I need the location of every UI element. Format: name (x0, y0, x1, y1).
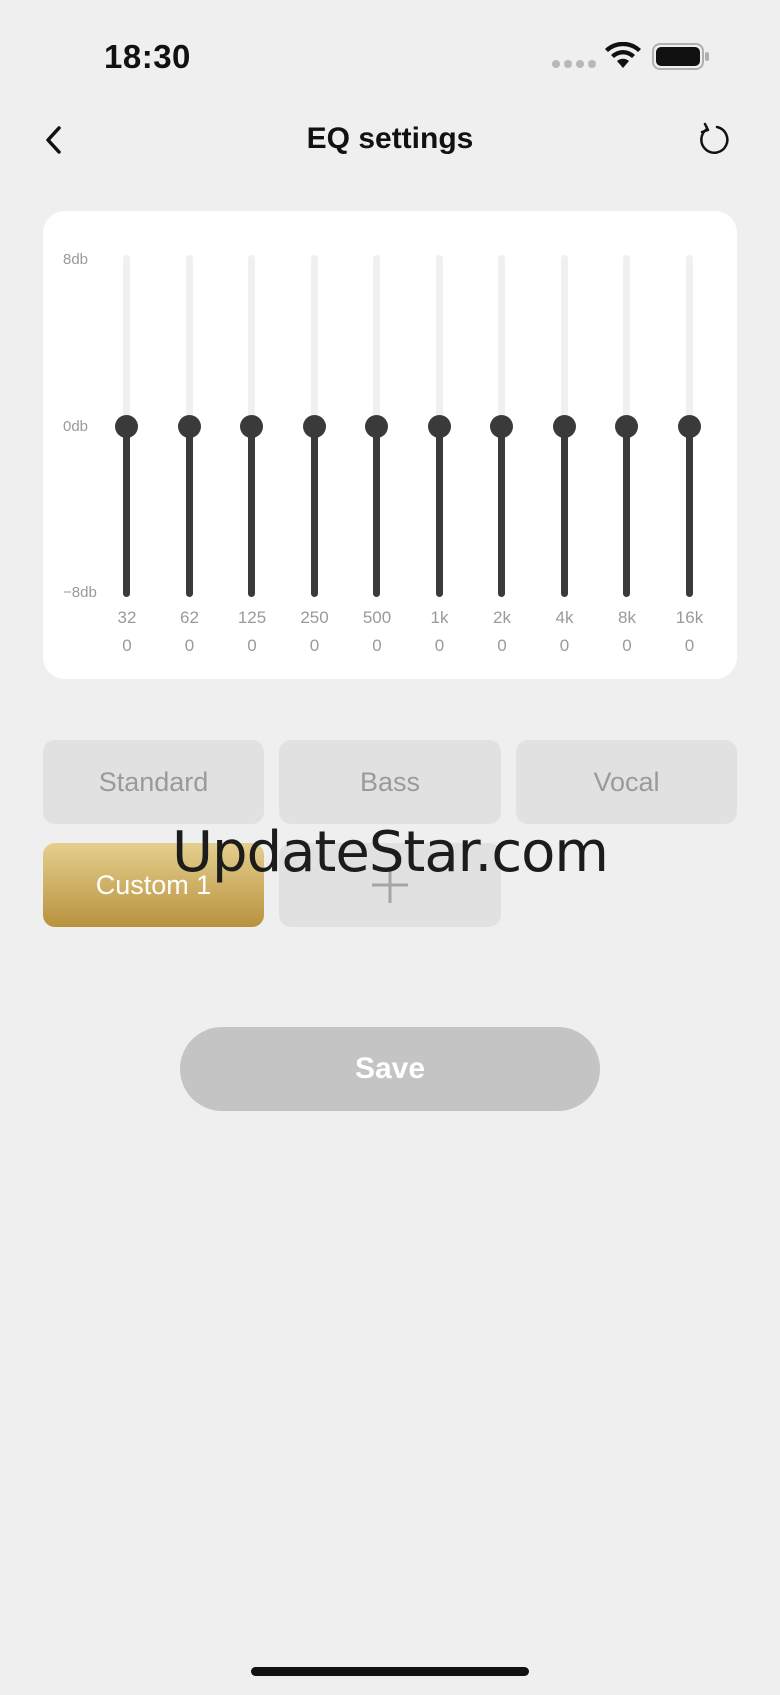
eq-slider-fill (623, 426, 630, 597)
preset-standard-button[interactable]: Standard (43, 740, 264, 824)
eq-slider-handle[interactable] (302, 414, 326, 438)
eq-slider-handle[interactable] (427, 414, 451, 438)
eq-band-frequency: 16k (675, 608, 704, 627)
page-title: EQ settings (306, 122, 474, 155)
eq-band: 32 0 (97, 211, 157, 679)
eq-band-value: 0 (184, 636, 195, 655)
refresh-icon (700, 122, 729, 154)
eq-band-value: 0 (559, 636, 570, 655)
eq-slider-fill (373, 426, 380, 597)
eq-band-frequency: 125 (237, 608, 267, 627)
plus-icon (372, 867, 408, 903)
wifi-icon (605, 42, 641, 68)
eq-band-frequency: 250 (300, 608, 329, 627)
eq-band-frequency: 4k (555, 608, 574, 627)
eq-slider-handle[interactable] (115, 414, 138, 438)
status-bar: 18:30 (0, 0, 780, 110)
eq-card: 8db 0db −8db 32 0 62 0 125 0 250 0 500 0 1k 0 2k 0 4k 0… (43, 211, 737, 679)
eq-band-value: 0 (684, 636, 695, 655)
eq-slider-handle[interactable] (365, 414, 388, 438)
cellular-signal-icon (552, 60, 596, 68)
eq-slider-handle[interactable] (552, 414, 576, 438)
eq-band-value: 0 (122, 636, 132, 655)
eq-band: 62 0 (160, 211, 220, 679)
eq-slider-fill (123, 426, 130, 597)
preset-custom1-button[interactable]: Custom 1 (43, 843, 264, 927)
eq-band: 8k 0 (597, 211, 657, 679)
eq-band-value: 0 (309, 636, 320, 655)
add-preset-button[interactable] (279, 843, 501, 927)
eq-band-value: 0 (497, 636, 507, 655)
eq-band: 500 0 (347, 211, 407, 679)
eq-band: 4k 0 (535, 211, 595, 679)
home-indicator (251, 1667, 529, 1676)
eq-slider-fill (310, 426, 318, 597)
eq-band-frequency: 2k (493, 608, 511, 627)
eq-slider-fill (435, 426, 443, 597)
eq-slider-fill (560, 426, 568, 597)
eq-band-frequency: 32 (117, 608, 137, 627)
eq-band: 250 0 (285, 211, 345, 679)
battery-icon (652, 43, 709, 70)
nav-bar: EQ settings (0, 110, 780, 170)
db-label-min: −8db (63, 584, 97, 601)
eq-band-frequency: 62 (180, 608, 199, 627)
eq-band: 2k 0 (472, 211, 532, 679)
status-time: 18:30 (104, 38, 191, 75)
eq-band-value: 0 (622, 636, 632, 655)
eq-band-frequency: 8k (618, 608, 636, 627)
eq-slider-fill (498, 426, 505, 597)
eq-band-value: 0 (247, 636, 257, 655)
eq-band-value: 0 (434, 636, 445, 655)
eq-band: 125 0 (222, 211, 282, 679)
db-label-mid: 0db (63, 418, 89, 435)
preset-bass-button[interactable]: Bass (279, 740, 501, 824)
eq-slider-handle[interactable] (177, 414, 201, 438)
eq-slider-fill (185, 426, 193, 597)
reset-button[interactable] (692, 118, 736, 162)
eq-band-value: 0 (372, 636, 382, 655)
eq-slider-handle[interactable] (615, 414, 638, 438)
db-label-max: 8db (63, 251, 89, 268)
save-button[interactable]: Save (180, 1027, 600, 1111)
eq-slider-fill (685, 426, 693, 597)
eq-band: 1k 0 (410, 211, 470, 679)
eq-slider-handle[interactable] (490, 414, 513, 438)
preset-vocal-button[interactable]: Vocal (516, 740, 737, 824)
eq-slider-handle[interactable] (677, 414, 701, 438)
eq-band-frequency: 500 (362, 608, 392, 627)
eq-band-frequency: 1k (430, 608, 449, 627)
eq-slider-handle[interactable] (240, 414, 263, 438)
eq-slider-fill (248, 426, 255, 597)
eq-band: 16k 0 (660, 211, 720, 679)
